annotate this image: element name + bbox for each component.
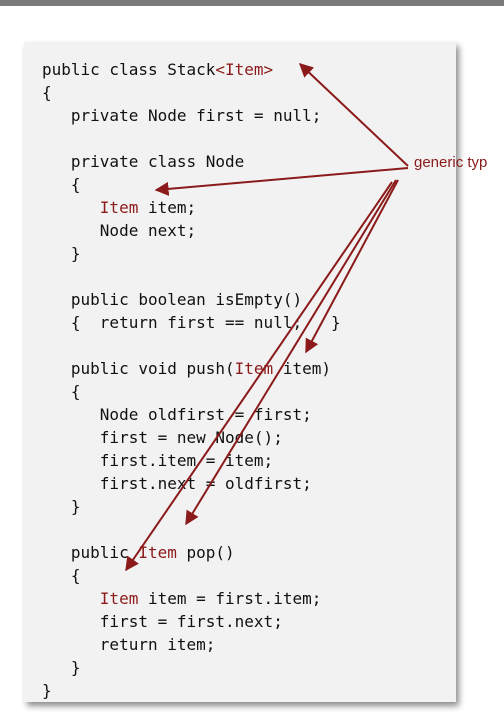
arrows-overlay [125, 63, 409, 572]
arrow-to-node-item [154, 167, 409, 196]
arrow-to-class-generic [298, 63, 409, 167]
arrow-to-pop-local [125, 181, 393, 572]
arrow-to-push-param [305, 179, 399, 354]
arrow-to-pop-return [185, 179, 397, 526]
